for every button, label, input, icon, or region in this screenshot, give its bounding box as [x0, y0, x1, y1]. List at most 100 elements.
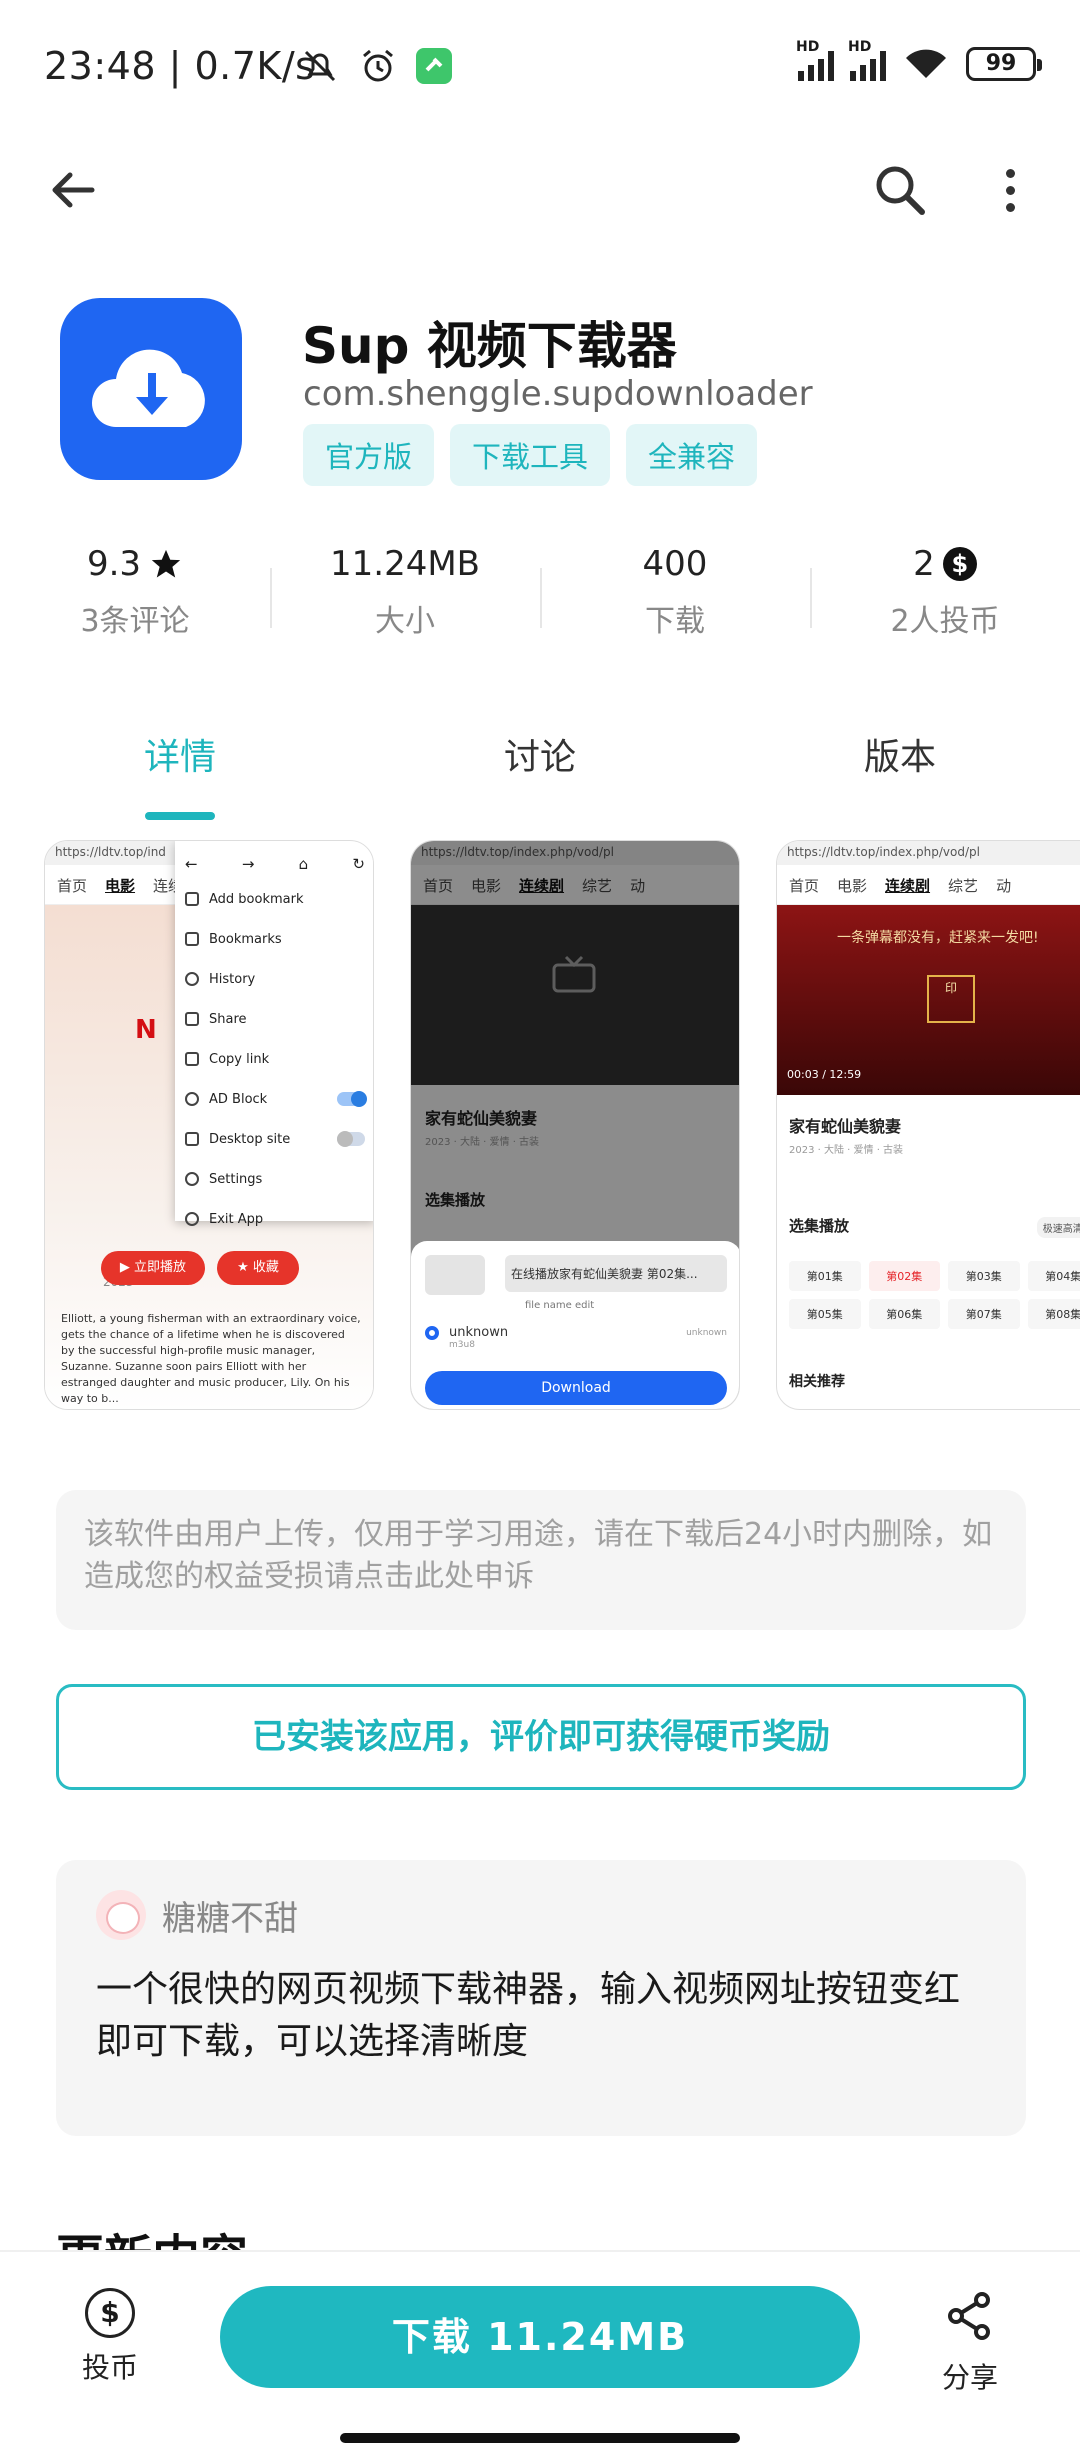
- tag-download-tool[interactable]: 下载工具: [450, 424, 611, 486]
- nav-item: 动: [996, 877, 1012, 895]
- nav-item: 连续剧: [885, 877, 931, 895]
- menu-item: Copy link: [185, 1039, 365, 1079]
- menu-item: Add bookmark: [185, 879, 365, 919]
- menu-item: Share: [185, 999, 365, 1039]
- share-icon: [948, 2292, 990, 2340]
- coin-button[interactable]: $ 投币: [60, 2288, 160, 2386]
- share-button[interactable]: 分享: [920, 2288, 1020, 2396]
- radio-selected-icon: [425, 1325, 439, 1340]
- menu-item: Desktop site: [185, 1119, 365, 1159]
- wifi-icon: [906, 49, 946, 78]
- rate-reward-button[interactable]: 已安装该应用，评价即可获得硬币奖励: [56, 1684, 1026, 1790]
- stat-size: 11.24MB 大小: [270, 540, 540, 650]
- episode-item: 第06集: [868, 1299, 940, 1329]
- video-file-icon: [425, 1255, 485, 1295]
- related-heading: 相关推荐: [789, 1374, 845, 1390]
- share-label: 分享: [941, 2361, 998, 2394]
- avatar: [96, 1890, 146, 1940]
- nav-item: 电影: [105, 877, 136, 895]
- tag-official[interactable]: 官方版: [303, 424, 435, 486]
- screenshot-1[interactable]: https://ldtv.top/ind 首页 电影 连续 N 2023 ▶ 立…: [44, 840, 374, 1410]
- episode-item: 第04集: [1027, 1261, 1080, 1291]
- tab-discussion[interactable]: 讨论: [360, 720, 720, 820]
- episode-item: 第07集: [948, 1299, 1020, 1329]
- seal-logo-icon: 印: [927, 975, 975, 1023]
- video-meta: 2023 · 大陆 · 爱情 · 古装: [789, 1145, 904, 1156]
- sheet-download-button: Download: [425, 1371, 727, 1405]
- tag-compatible[interactable]: 全兼容: [626, 424, 758, 486]
- back-arrow-icon[interactable]: [44, 160, 104, 220]
- downloads-label: 下载: [645, 604, 705, 639]
- app-package: com.shenggle.supdownloader: [303, 374, 813, 414]
- more-options-icon[interactable]: [980, 160, 1040, 220]
- rating-value: 9.3: [86, 544, 142, 584]
- poster-logo-icon: N: [135, 1015, 157, 1045]
- coin-label: 投币: [81, 2351, 138, 2384]
- browser-menu: ← → ⌂ ↻ Add bookmark Bookmarks History Shar…: [175, 841, 373, 1227]
- download-sheet: 在线播放家有蛇仙美貌妻 第02集... file name edit unkno…: [411, 1241, 739, 1409]
- screenshot-2[interactable]: https://ldtv.top/index.php/vod/pl 首页 电影 …: [410, 840, 740, 1410]
- comment-user: 糖糖不甜: [96, 1890, 986, 1940]
- format-option: unknown unknown: [425, 1325, 727, 1340]
- screenshot-3[interactable]: https://ldtv.top/index.php/vod/pl 首页 电影 …: [776, 840, 1080, 1410]
- menu-item: AD Block: [185, 1079, 367, 1119]
- play-now-button: ▶ 立即播放: [101, 1251, 205, 1285]
- rating-label: 3条评论: [80, 604, 190, 639]
- comment-username: 糖糖不甜: [162, 1898, 298, 1939]
- nav-item: 首页: [789, 877, 820, 895]
- search-icon[interactable]: [870, 160, 930, 220]
- comment-text: 一个很快的网页视频下载神器，输入视频网址按钮变红即可下载，可以选择清晰度: [96, 1969, 961, 2062]
- download-button[interactable]: 下载 11.24MB: [220, 2286, 860, 2388]
- screenshot-carousel[interactable]: https://ldtv.top/ind 首页 电影 连续 N 2023 ▶ 立…: [44, 840, 1080, 1420]
- stat-coins[interactable]: 2 $ 2人投币: [810, 540, 1080, 650]
- episode-item: 第08集: [1027, 1299, 1080, 1329]
- status-left-icons: [300, 46, 452, 86]
- app-name: Sup 视频下载器: [302, 317, 677, 375]
- status-time: 23:48 | 0.7K/s: [44, 44, 316, 88]
- app-notification-icon: [416, 48, 452, 84]
- cloud-download-icon: [92, 349, 205, 427]
- tab-versions[interactable]: 版本: [720, 720, 1080, 820]
- sheet-title: 在线播放家有蛇仙美貌妻 第02集...: [505, 1255, 727, 1292]
- bottom-action-bar: $ 投币 下载 11.24MB 分享: [0, 2250, 1080, 2460]
- size-label: 大小: [375, 604, 435, 639]
- video-time: 00:03 / 12:59: [787, 1068, 862, 1081]
- tab-bar: 详情 讨论 版本: [0, 720, 1080, 820]
- option-right: unknown: [686, 1327, 727, 1338]
- option-label: unknown: [449, 1325, 509, 1340]
- nav-item: 电影: [837, 877, 868, 895]
- app-tags: 官方版 下载工具 全兼容: [303, 424, 758, 486]
- app-icon: [60, 298, 242, 480]
- menu-nav-row: ← → ⌂ ↻: [185, 855, 365, 873]
- status-right-icons: HD HD 99: [796, 39, 1042, 82]
- coin-icon: $: [942, 547, 977, 581]
- video-player: 一条弹幕都没有，赶紧来一发吧! 印 00:03 / 12:59: [777, 905, 1080, 1095]
- episode-grid: 第01集 第02集 第03集 第04集 第05集 第06集 第07集 第08集: [789, 1261, 1080, 1329]
- coin-icon: $: [85, 2288, 135, 2338]
- menu-item: History: [185, 959, 365, 999]
- featured-comment[interactable]: 糖糖不甜 一个很快的网页视频下载神器，输入视频网址按钮变红即可下载，可以选择清晰…: [56, 1860, 1026, 2136]
- home-indicator[interactable]: [340, 2433, 740, 2443]
- tab-details[interactable]: 详情: [0, 720, 360, 820]
- adblock-toggle: [337, 1091, 367, 1107]
- coins-label: 2人投币: [890, 604, 1000, 639]
- episode-item: 第02集: [868, 1261, 940, 1291]
- coins-value: 2: [913, 544, 935, 584]
- url-bar: https://ldtv.top/index.php/vod/pl: [777, 841, 1080, 865]
- desktop-site-toggle: [337, 1131, 365, 1147]
- disclaimer-notice[interactable]: 该软件由用户上传，仅用于学习用途，请在下载后24小时内删除，如造成您的权益受损请…: [56, 1490, 1026, 1630]
- signal-icon: HD: [796, 39, 834, 81]
- top-app-bar: [0, 140, 1080, 240]
- stat-rating[interactable]: 9.3 3条评论: [0, 540, 270, 650]
- bell-off-icon: [304, 50, 336, 82]
- episode-item: 第03集: [948, 1261, 1020, 1291]
- nav-item: 综艺: [948, 877, 979, 895]
- episode-item: 第01集: [789, 1261, 861, 1291]
- site-nav: 首页 电影 连续剧 综艺 动: [777, 865, 1080, 905]
- menu-item: Exit App: [185, 1199, 365, 1239]
- movie-description: Elliott, a young fisherman with an extra…: [61, 1312, 361, 1405]
- danmaku-caption: 一条弹幕都没有，赶紧来一发吧!: [837, 930, 1039, 946]
- signal-icon: HD: [848, 39, 886, 81]
- size-value: 11.24MB: [330, 544, 480, 584]
- menu-item: Bookmarks: [185, 919, 365, 959]
